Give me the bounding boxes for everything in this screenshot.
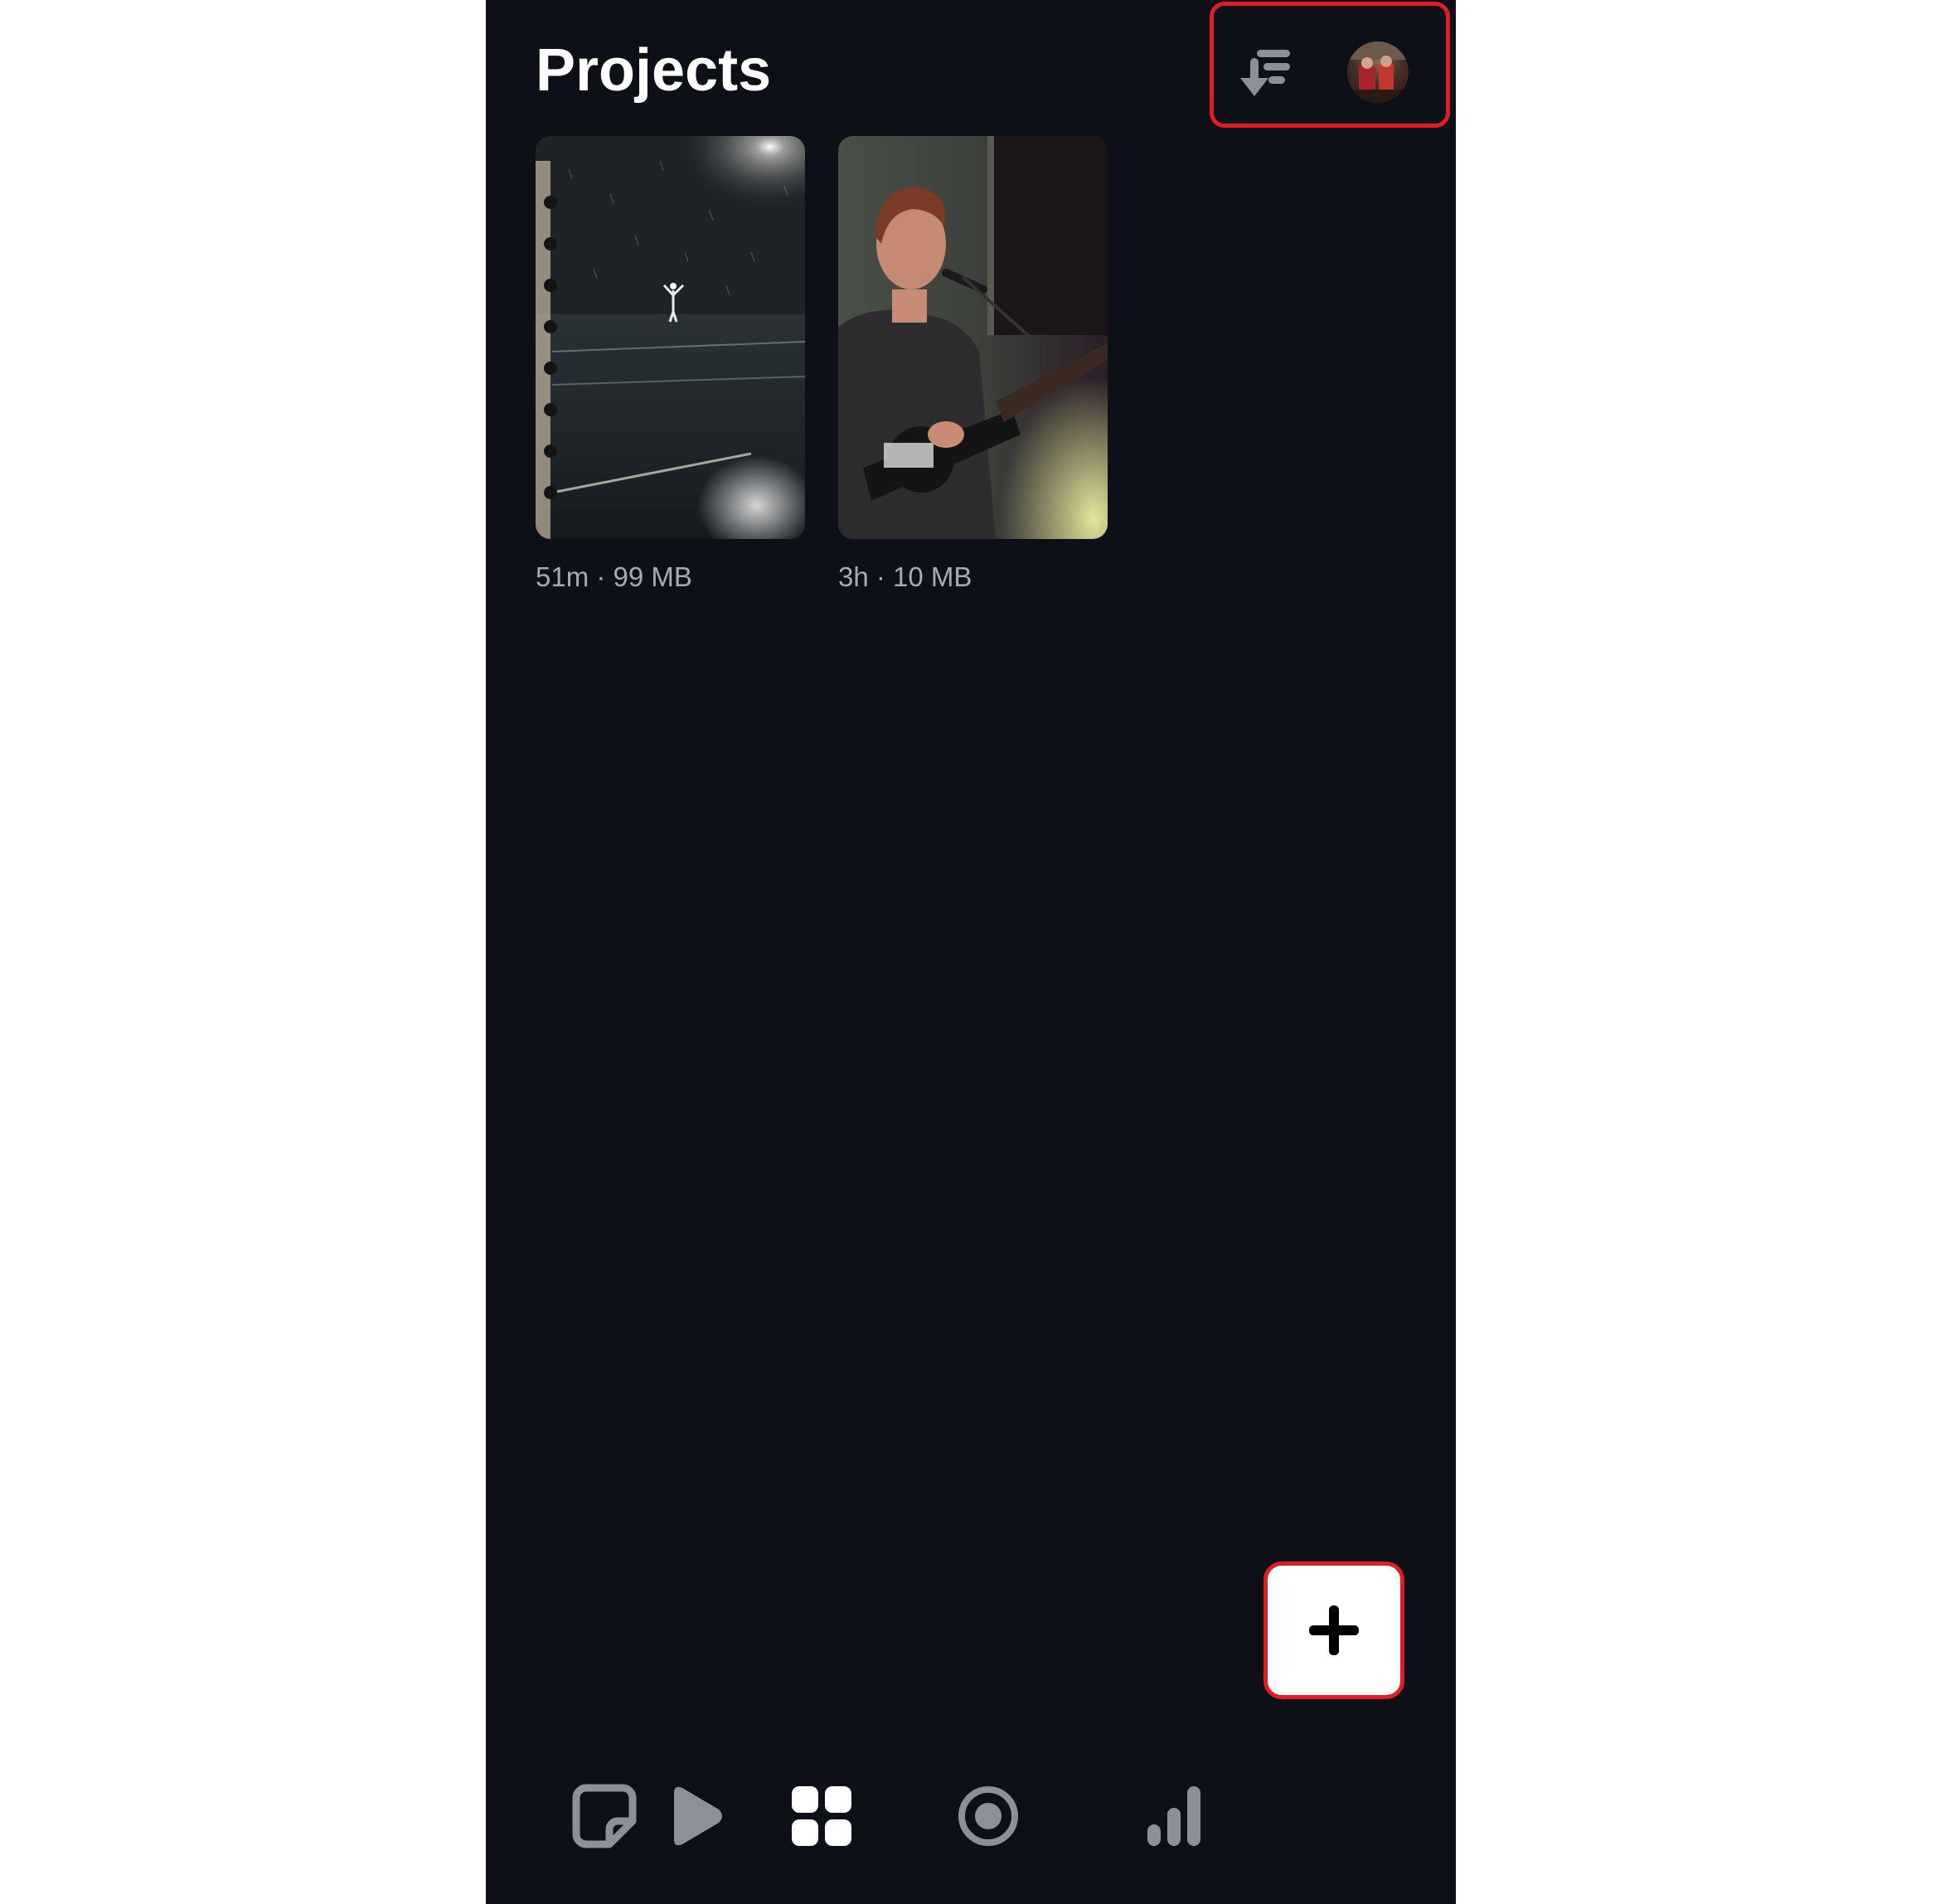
add-project-button[interactable] (1263, 1562, 1404, 1699)
sort-button[interactable] (1239, 45, 1297, 103)
bottom-tab-bar (486, 1775, 1456, 1858)
tab-projects[interactable] (788, 1783, 855, 1849)
projects-screen: Projects 51m · 99 MB 3h · 10 MB (486, 0, 1456, 1904)
avatar-image (1347, 41, 1409, 103)
tab-stats[interactable] (1141, 1783, 1207, 1849)
record-icon (958, 1786, 1018, 1846)
tab-notes[interactable] (571, 1783, 638, 1849)
project-card[interactable]: 51m · 99 MB (536, 136, 805, 594)
grid-icon (792, 1786, 851, 1846)
plus-icon (1309, 1605, 1359, 1655)
project-thumbnail (536, 136, 805, 539)
bar-chart-icon (1147, 1786, 1200, 1846)
sort-arrow-icon (1240, 50, 1290, 96)
project-meta: 51m · 99 MB (536, 561, 692, 592)
page-title: Projects (536, 37, 772, 104)
tab-play[interactable] (662, 1783, 729, 1849)
user-avatar[interactable] (1347, 41, 1409, 103)
project-thumbnail (838, 136, 1108, 539)
header-actions-highlight (1210, 2, 1450, 128)
play-icon (674, 1786, 722, 1846)
project-meta: 3h · 10 MB (838, 561, 972, 592)
sticky-note-icon (572, 1784, 637, 1848)
tab-record[interactable] (955, 1783, 1021, 1849)
project-card[interactable]: 3h · 10 MB (838, 136, 1108, 594)
